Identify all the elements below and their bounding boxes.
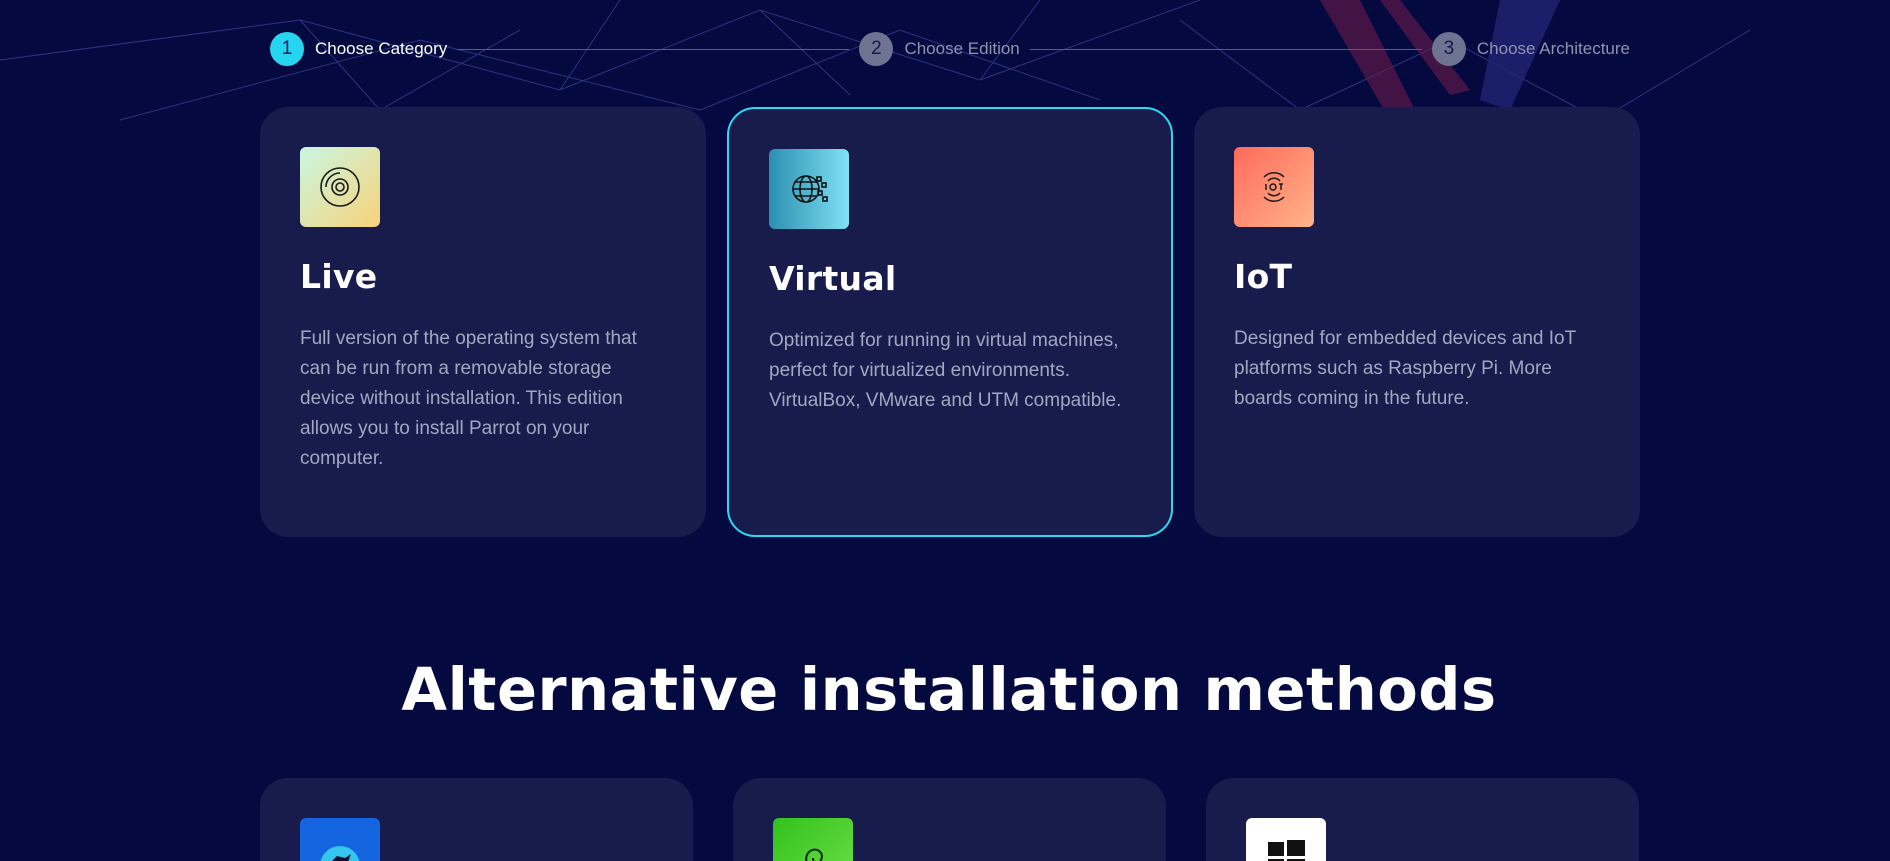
card-title: IoT	[1234, 257, 1293, 296]
step-choose-edition[interactable]: 2 Choose Edition	[859, 32, 1020, 66]
card-description: Designed for embedded devices and IoT pl…	[1234, 328, 1576, 409]
iot-icon	[1234, 147, 1314, 227]
stepper: 1 Choose Category 2 Choose Edition 3 Cho…	[270, 32, 1630, 66]
alternative-methods-title: Alternative installation methods	[401, 655, 1497, 724]
page: 1 Choose Category 2 Choose Edition 3 Cho…	[0, 0, 1890, 861]
step-label: Choose Edition	[904, 39, 1020, 58]
step-number: 3	[1431, 32, 1466, 66]
alternative-card-parrot[interactable]	[260, 778, 693, 861]
alternative-card-debian[interactable]	[733, 778, 1166, 861]
category-card-live[interactable]: Live Full version of the operating syste…	[260, 107, 706, 537]
step-connector	[457, 48, 850, 50]
windows-logo-icon	[1246, 818, 1326, 861]
step-number: 2	[859, 32, 894, 66]
card-title: Live	[300, 257, 378, 296]
category-card-virtual[interactable]: Virtual Optimized for running in virtual…	[727, 107, 1173, 537]
step-choose-category[interactable]: 1 Choose Category	[270, 32, 447, 66]
debian-swirl-icon	[773, 818, 853, 861]
globe-pixels-icon	[769, 149, 849, 229]
disc-icon	[300, 147, 380, 227]
step-connector	[1029, 48, 1422, 50]
alternative-cards	[260, 778, 1640, 861]
step-label: Choose Category	[315, 39, 448, 58]
step-choose-architecture[interactable]: 3 Choose Architecture	[1431, 32, 1630, 66]
category-card-iot[interactable]: IoT Designed for embedded devices and Io…	[1194, 107, 1640, 537]
card-description: Optimized for running in virtual machine…	[769, 330, 1122, 411]
step-number: 1	[270, 32, 304, 66]
parrot-logo-icon	[300, 818, 380, 861]
category-cards: Live Full version of the operating syste…	[260, 107, 1640, 537]
card-title: Virtual	[769, 259, 897, 298]
step-label: Choose Architecture	[1476, 39, 1630, 58]
card-description: Full version of the operating system tha…	[300, 328, 637, 469]
alternative-card-windows[interactable]	[1206, 778, 1639, 861]
